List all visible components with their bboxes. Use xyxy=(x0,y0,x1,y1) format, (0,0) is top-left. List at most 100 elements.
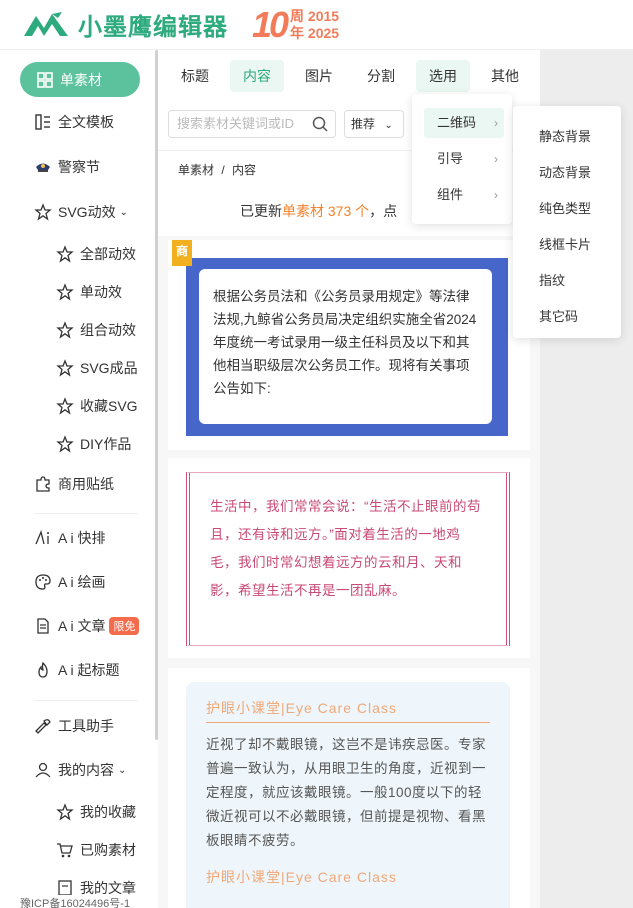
sidebar-item-single-effect[interactable]: 单动效 xyxy=(56,282,122,302)
card-blue-frame: 根据公务员法和《公务员录用规定》等法律法规,九鲸省公务员局决定组织实施全省202… xyxy=(186,258,508,436)
header: 小墨鹰编辑器 10 周 2015 年 2025 xyxy=(0,0,633,50)
material-card-eye-care[interactable]: 护眼小课堂|Eye Care Class 近视了却不戴眼镜，这岂不是讳疾忌医。专… xyxy=(168,668,530,908)
sort-select[interactable]: 推荐 ⌄ xyxy=(344,110,404,138)
sidebar-item-my-favorites[interactable]: 我的收藏 xyxy=(56,802,136,822)
card-title-2: 护眼小课堂|Eye Care Class xyxy=(206,869,397,885)
user-icon xyxy=(35,762,51,778)
sidebar-item-label: 已购素材 xyxy=(80,842,136,858)
update-suffix: ，点 xyxy=(369,203,398,219)
sidebar-item-my-content[interactable]: 我的内容 ⌄ xyxy=(34,760,126,780)
search-input[interactable]: 搜索素材关键词或ID xyxy=(168,110,336,138)
sidebar-item-svg-effects[interactable]: SVG动效 ⌄ xyxy=(34,202,128,222)
menu-item-label: 二维码 xyxy=(437,115,477,130)
material-card-pink-frame[interactable]: 生活中，我们常常会说：“生活不止眼前的苟且，还有诗和远方。”面对着生活的一地鸡毛… xyxy=(168,458,530,658)
tab-other[interactable]: 其他 xyxy=(480,60,530,92)
puzzle-icon xyxy=(36,476,50,492)
sidebar-item-label: A i 文章 xyxy=(58,618,106,634)
palette-icon xyxy=(35,574,51,590)
layout-icon xyxy=(35,114,50,130)
menu-item-label: 组件 xyxy=(437,187,464,202)
tools-icon xyxy=(35,719,51,734)
breadcrumb-separator: / xyxy=(221,163,225,177)
sidebar-item-ai-layout[interactable]: A i 快排 xyxy=(34,528,105,548)
sidebar-item-svg-products[interactable]: SVG成品 xyxy=(56,358,138,378)
cart-icon xyxy=(57,843,73,858)
sidebar-item-label: DIY作品 xyxy=(80,436,132,452)
tab-images[interactable]: 图片 xyxy=(294,60,344,92)
sidebar-item-purchased[interactable]: 已购素材 xyxy=(56,840,136,860)
chevron-down-icon: ⌄ xyxy=(119,206,128,218)
sidebar-item-diy-works[interactable]: DIY作品 xyxy=(56,434,131,454)
sidebar-item-combo-effects[interactable]: 组合动效 xyxy=(56,320,136,340)
sidebar-item-ai-painting[interactable]: A i 绘画 xyxy=(34,572,105,592)
sidebar-item-police-day[interactable]: 警察节 xyxy=(34,157,100,177)
category-tabs: 标题 内容 图片 分割 选用 其他 xyxy=(158,50,540,100)
sidebar-item-label: A i 起标题 xyxy=(58,662,120,678)
search-icon[interactable] xyxy=(311,115,329,133)
search-placeholder: 搜索素材关键词或ID xyxy=(177,116,295,131)
breadcrumb-current: 内容 xyxy=(232,163,257,177)
document-icon xyxy=(37,618,49,634)
submenu-item-other-codes[interactable]: 其它码 xyxy=(539,306,578,325)
sidebar-item-label: 全文模板 xyxy=(58,114,114,130)
sidebar-item-all-effects[interactable]: 全部动效 xyxy=(56,244,136,264)
menu-item-qrcode[interactable]: 二维码 › xyxy=(424,108,504,138)
sidebar-item-label: 全部动效 xyxy=(80,246,136,262)
card-text: 近视了却不戴眼镜，这岂不是讳疾忌医。专家普遍一致认为，从用眼卫生的角度，近视到一… xyxy=(206,737,486,848)
tab-dividers[interactable]: 分割 xyxy=(356,60,406,92)
grid-icon xyxy=(37,71,53,88)
card-eye-box: 护眼小课堂|Eye Care Class 近视了却不戴眼镜，这岂不是讳疾忌医。专… xyxy=(186,682,510,908)
tab-title[interactable]: 标题 xyxy=(170,60,220,92)
free-badge: 限免 xyxy=(109,617,140,635)
chevron-down-icon: ⌄ xyxy=(384,120,393,131)
sidebar-item-ai-title[interactable]: A i 起标题 xyxy=(34,660,119,680)
sidebar-item-templates[interactable]: 全文模板 xyxy=(34,112,114,132)
sidebar-divider xyxy=(34,700,138,701)
star-icon xyxy=(56,803,74,821)
submenu-item-solid-color[interactable]: 纯色类型 xyxy=(539,198,591,217)
ai-icon xyxy=(35,529,49,545)
sidebar-divider xyxy=(34,513,138,514)
star-icon xyxy=(56,435,74,453)
card-text: 根据公务员法和《公务员录用规定》等法律法规,九鲸省公务员局决定组织实施全省202… xyxy=(199,269,492,424)
breadcrumb-root[interactable]: 单素材 xyxy=(178,163,214,177)
brand-name[interactable]: 小墨鹰编辑器 xyxy=(78,7,228,42)
update-prefix: 已更新 xyxy=(240,203,282,219)
sidebar-item-label: 警察节 xyxy=(58,159,100,175)
star-icon xyxy=(56,321,74,339)
tab-content[interactable]: 内容 xyxy=(230,60,284,92)
sidebar-item-label: 单素材 xyxy=(60,71,102,88)
submenu-item-frame-card[interactable]: 线框卡片 xyxy=(539,234,591,253)
star-icon xyxy=(56,245,74,263)
star-icon xyxy=(56,397,74,415)
sidebar-item-label: 组合动效 xyxy=(80,322,136,338)
selection-dropdown: 二维码 › 引导 › 组件 › xyxy=(412,94,512,224)
police-cap-icon xyxy=(36,163,50,172)
update-count: 单素材 373 个 xyxy=(282,203,370,219)
icp-license[interactable]: 豫ICP备16024496号-1 xyxy=(20,895,131,908)
anniversary-line-1: 周 2015 xyxy=(290,7,340,24)
star-icon xyxy=(34,203,52,221)
menu-item-components[interactable]: 组件 › xyxy=(424,180,504,210)
material-card-blue-notice[interactable]: 根据公务员法和《公务员录用规定》等法律法规,九鲸省公务员局决定组织实施全省202… xyxy=(168,240,530,450)
eagle-logo-icon[interactable] xyxy=(22,10,72,40)
sidebar-item-saved-svg[interactable]: 收藏SVG xyxy=(56,396,138,416)
sidebar-item-ai-article[interactable]: A i 文章 限免 xyxy=(34,616,140,636)
sidebar-item-label: 单动效 xyxy=(80,284,122,300)
sidebar-item-single-material[interactable]: 单素材 xyxy=(20,62,140,97)
anniversary-line-2: 年 2025 xyxy=(290,24,340,41)
qrcode-submenu: 静态背景 动态背景 纯色类型 线框卡片 指纹 其它码 xyxy=(513,106,621,338)
anniversary-badge: 10 周 2015 年 2025 xyxy=(252,6,340,43)
sidebar-item-label: 收藏SVG xyxy=(80,398,138,414)
submenu-item-dynamic-bg[interactable]: 动态背景 xyxy=(539,162,591,181)
sidebar-item-label: 我的内容 xyxy=(58,762,114,778)
sidebar-item-tools[interactable]: 工具助手 xyxy=(34,716,114,736)
sidebar-item-label: SVG成品 xyxy=(80,360,138,376)
sidebar-item-label: 我的收藏 xyxy=(80,804,136,820)
sidebar-item-label: A i 绘画 xyxy=(58,574,106,590)
tab-selection[interactable]: 选用 xyxy=(416,60,470,92)
submenu-item-static-bg[interactable]: 静态背景 xyxy=(539,126,591,145)
menu-item-guide[interactable]: 引导 › xyxy=(424,144,504,174)
sidebar-item-stickers[interactable]: 商用贴纸 xyxy=(34,474,114,494)
submenu-item-fingerprint[interactable]: 指纹 xyxy=(539,270,565,289)
